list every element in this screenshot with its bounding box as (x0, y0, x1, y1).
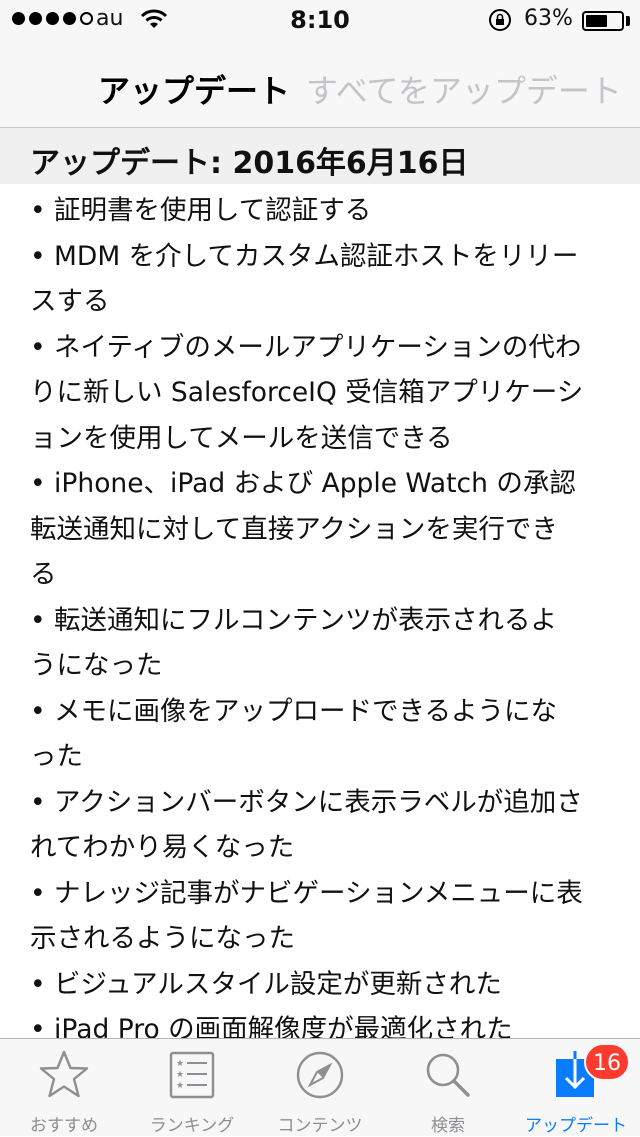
status-bar: au 8:10 63% (0, 0, 640, 40)
tab-search[interactable]: 検索 (384, 1039, 512, 1137)
tab-label: アップデート (525, 1116, 627, 1136)
release-note-line: った (30, 741, 83, 772)
svg-text:★: ★ (176, 1070, 184, 1080)
tab-label: おすすめ (30, 1116, 98, 1136)
release-note-line: • ビジュアルスタイル設定が更新された (30, 968, 502, 1000)
release-note-line: 転送通知に対して直接アクションを実行でき (30, 513, 558, 545)
release-notes[interactable]: • 証明書を使用して認証する • MDM を介してカスタム認証ホストをリリー スする… (30, 188, 620, 1038)
ranking-list-icon: ★ ★ ★ (169, 1051, 215, 1099)
release-note-line: ョンを使用してメールを送信できる (30, 422, 453, 454)
release-note-line: • メモに画像をアップロードできるようにな (30, 695, 558, 727)
svg-text:★: ★ (176, 1059, 184, 1069)
release-note-line: スする (30, 286, 110, 317)
battery-level (586, 15, 607, 27)
page-title: アップデート (98, 72, 291, 110)
battery-tip (626, 16, 630, 26)
tab-label: 検索 (431, 1116, 465, 1136)
release-note-line: うになった (30, 650, 163, 681)
section-header: アップデート: 2016年6月16日 (0, 128, 640, 184)
release-note-line: れてわかり易くなった (30, 832, 295, 863)
release-note-line: • ナレッジ記事がナビゲーションメニューに表 (30, 877, 583, 909)
release-note-line: る (30, 559, 57, 590)
tab-label: コンテンツ (277, 1116, 363, 1136)
release-note-line: • iPad Pro の画面解像度が最適化された (30, 1014, 513, 1038)
update-date-heading: アップデート: 2016年6月16日 (30, 146, 469, 181)
release-note-line: • 転送通知にフルコンテンツが表示されるよ (30, 604, 558, 636)
tab-featured[interactable]: おすすめ (0, 1039, 128, 1137)
rotation-lock-icon (488, 8, 512, 36)
compass-icon (296, 1051, 344, 1099)
svg-text:★: ★ (176, 1081, 184, 1091)
navigation-bar: アップデート すべてをアップデート (0, 40, 640, 128)
release-note-line: りに新しい SalesforceIQ 受信箱アプリケーシ (30, 377, 584, 408)
release-note-line: • iPhone、iPad および Apple Watch の承認 (30, 468, 576, 499)
battery-percent: 63% (524, 6, 573, 31)
search-icon (426, 1053, 470, 1097)
update-all-button[interactable]: すべてをアップデート (306, 66, 622, 112)
tab-contents[interactable]: コンテンツ (256, 1039, 384, 1137)
release-note-line: • アクションバーボタンに表示ラベルが追加さ (30, 786, 583, 818)
tab-label: ランキング (149, 1116, 235, 1136)
battery-icon (582, 11, 624, 31)
release-note-line: • ネイティブのメールアプリケーションの代わ (30, 331, 582, 363)
tab-ranking[interactable]: ★ ★ ★ ランキング (128, 1039, 256, 1137)
updates-count-badge: 16 (584, 1043, 630, 1081)
star-icon (39, 1050, 89, 1098)
release-note-line: 示されるようになった (30, 923, 295, 954)
release-note-line: • MDM を介してカスタム認証ホストをリリー (30, 240, 579, 272)
tab-bar: おすすめ ★ ★ ★ ランキング コンテンツ 検索 アップデート (0, 1038, 640, 1136)
release-note-line: • 証明書を使用して認証する (30, 195, 372, 226)
